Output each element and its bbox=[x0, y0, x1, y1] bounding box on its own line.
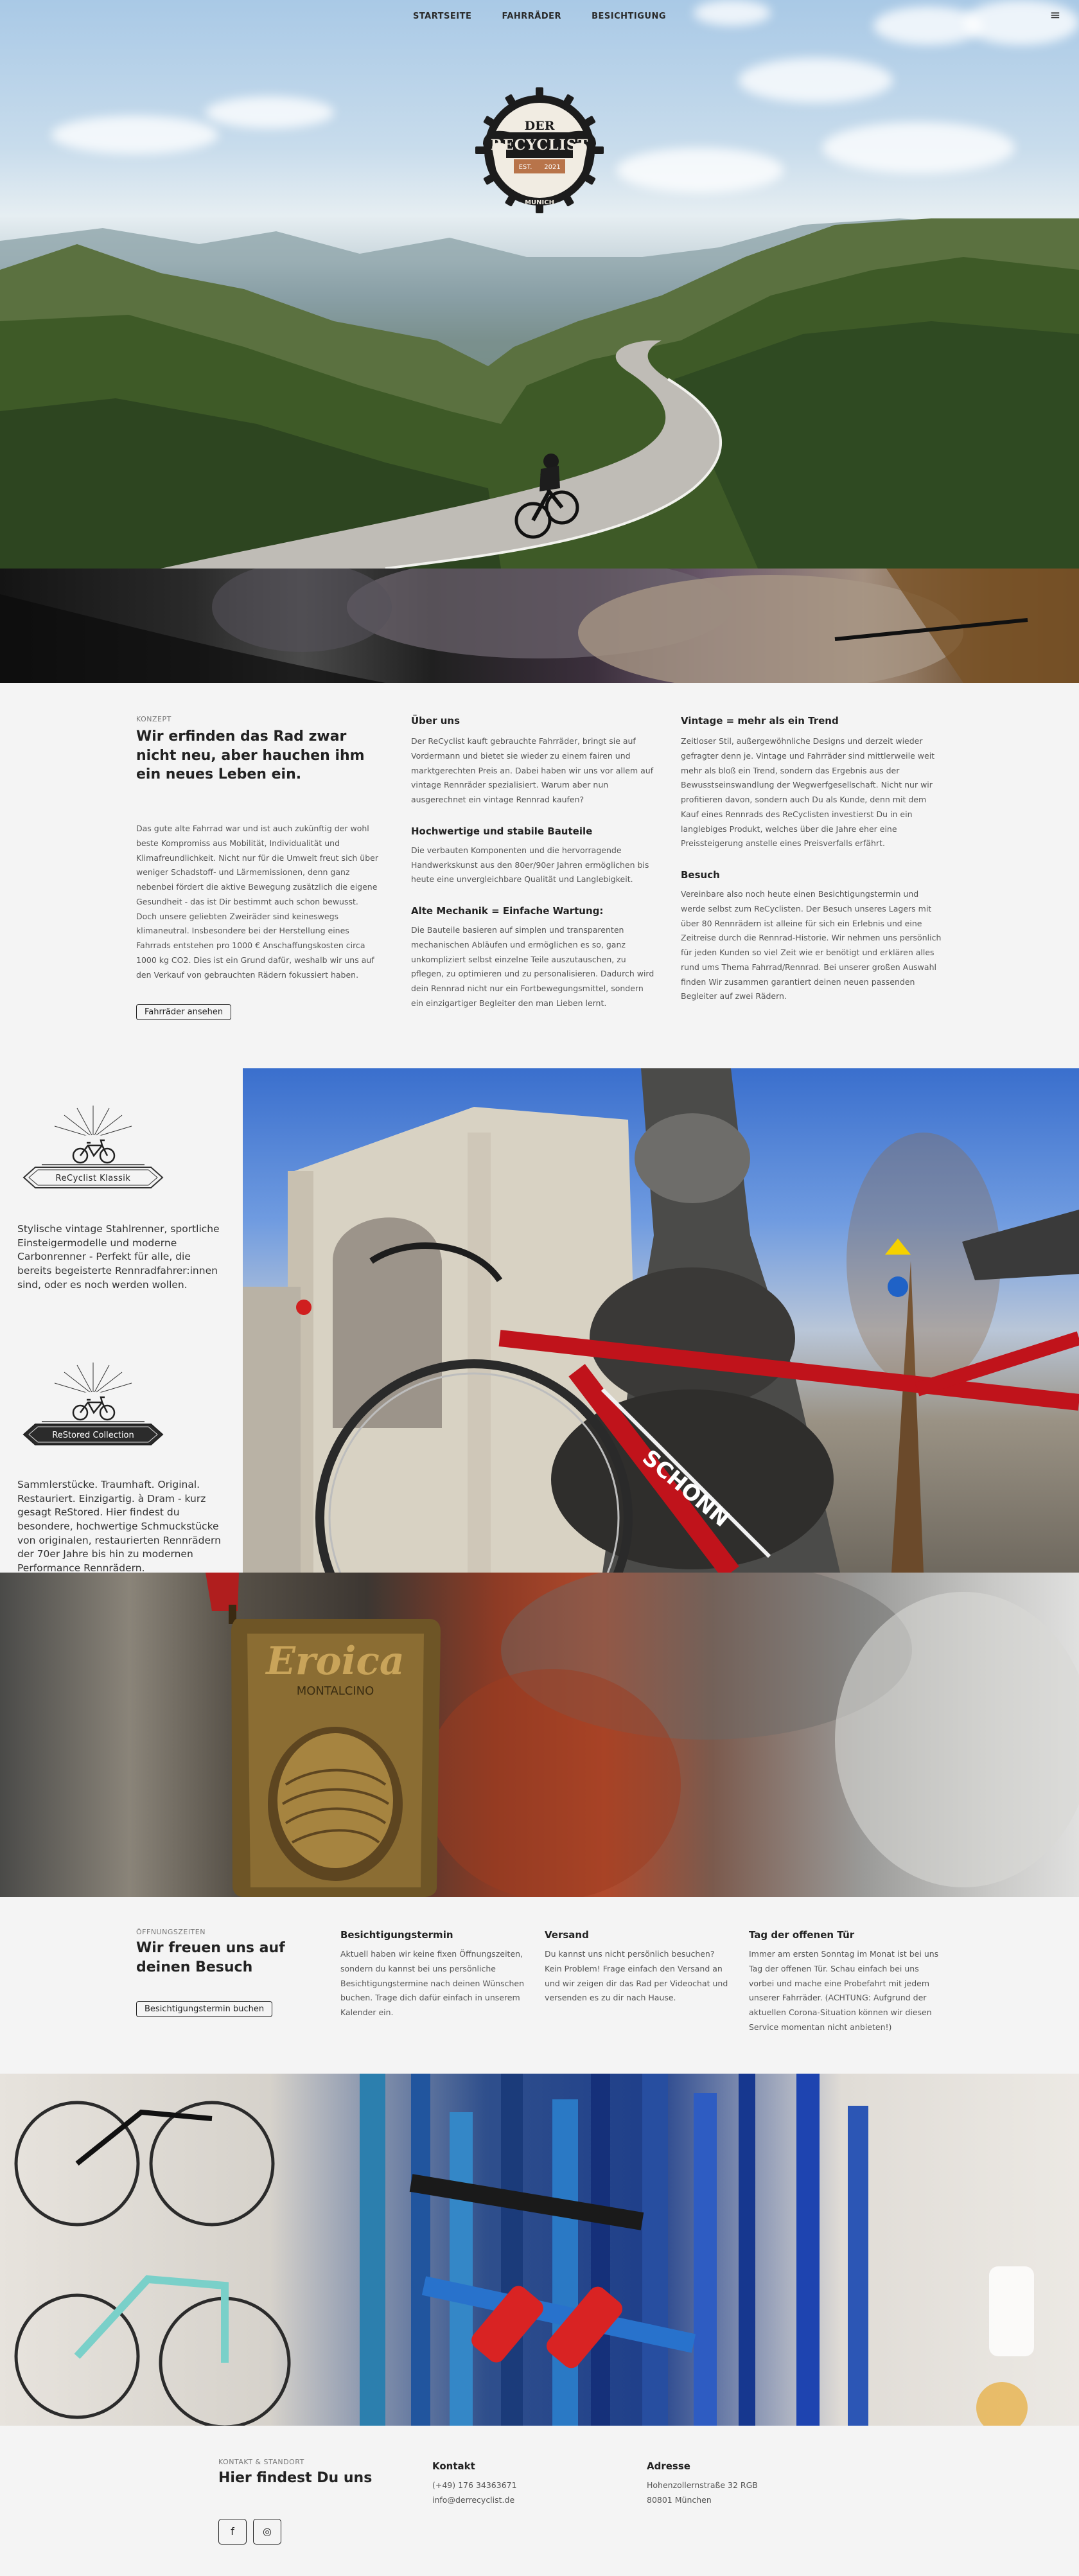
oeffnungszeiten-section: ÖFFNUNGSZEITEN Wir freuen uns auf deinen… bbox=[0, 1897, 1079, 2074]
besichtigungstermin-buchen-button[interactable]: Besichtigungstermin buchen bbox=[136, 2001, 273, 2018]
mechanik-text: Die Bauteile basieren auf simplen und tr… bbox=[411, 925, 654, 1008]
eroica-medal-photo: Eroica MONTALCINO bbox=[0, 1573, 1079, 1897]
section-label: ÖFFNUNGSZEITEN bbox=[136, 1928, 206, 1936]
svg-text:MUNICH: MUNICH bbox=[525, 199, 554, 206]
svg-text:MONTALCINO: MONTALCINO bbox=[297, 1684, 374, 1698]
besuch-text: Vereinbare also noch heute einen Besicht… bbox=[681, 889, 942, 1001]
city-address: 80801 München bbox=[647, 2494, 712, 2505]
svg-text:DER: DER bbox=[525, 119, 555, 133]
restored-description: Sammlerstücke. Traumhaft. Original. Rest… bbox=[17, 1479, 221, 1573]
vintage-title: Vintage = mehr als ein Trend bbox=[681, 715, 839, 727]
bike-wall-illustration bbox=[14, 2074, 1034, 2426]
hands-on-handlebar-photo bbox=[0, 569, 1079, 683]
svg-text:RECYCLIST: RECYCLIST bbox=[491, 137, 588, 154]
section-title: Wir freuen uns auf deinen Besuch bbox=[136, 1940, 285, 1975]
adresse-title: Adresse bbox=[647, 2460, 690, 2472]
street-address: Hohenzollernstraße 32 RGB bbox=[647, 2480, 758, 2490]
ueber-uns-title: Über uns bbox=[411, 715, 460, 727]
svg-text:2021: 2021 bbox=[544, 164, 560, 171]
svg-text:ReStored Collection: ReStored Collection bbox=[52, 1431, 134, 1440]
besichtigungstermin-text: Aktuell haben wir keine fixen Öffnungsze… bbox=[340, 1949, 525, 2017]
top-navigation: STARTSEITE FAHRRÄDER BESICHTIGUNG bbox=[0, 9, 1079, 21]
versand-title: Versand bbox=[545, 1929, 589, 1941]
medal-illustration: Eroica MONTALCINO bbox=[206, 1573, 1079, 1897]
kontakt-title: Kontakt bbox=[432, 2460, 475, 2472]
cloud bbox=[51, 116, 218, 154]
vintage-text: Zeitloser Stil, außergewöhnliche Designs… bbox=[681, 736, 935, 849]
cloud bbox=[617, 148, 784, 193]
svg-text:ReCyclist Klassik: ReCyclist Klassik bbox=[56, 1174, 131, 1183]
recyclist-klassik-badge[interactable]: ReCyclist Klassik bbox=[16, 1099, 170, 1195]
nav-item-besichtigung[interactable]: BESICHTIGUNG bbox=[592, 12, 666, 21]
besuch-title: Besuch bbox=[681, 869, 720, 881]
bauteile-text: Die verbauten Komponenten und die hervor… bbox=[411, 845, 649, 885]
section-title: Hier findest Du uns bbox=[218, 2470, 373, 2486]
versand-text: Du kannst uns nicht persönlich besuchen?… bbox=[545, 1949, 728, 2003]
ueber-uns-text: Der ReCyclist kauft gebrauchte Fahrräder… bbox=[411, 736, 654, 804]
nav-item-fahrraeder[interactable]: FAHRRÄDER bbox=[502, 12, 561, 21]
bike-photo-illustration: SCHONN bbox=[243, 1068, 1079, 1573]
section-label: KONZEPT bbox=[136, 715, 171, 723]
fahrraeder-ansehen-button[interactable]: Fahrräder ansehen bbox=[136, 1004, 232, 1021]
instagram-icon[interactable]: ◎ bbox=[253, 2518, 281, 2545]
restored-collection-badge[interactable]: ReStored Collection bbox=[16, 1356, 170, 1452]
hero-section: STARTSEITE FAHRRÄDER BESICHTIGUNG ≡ DER … bbox=[0, 0, 1079, 569]
section-label: KONTAKT & STANDORT bbox=[218, 2458, 304, 2466]
konzept-section: KONZEPT Wir erfinden das Rad zwar nicht … bbox=[0, 683, 1079, 1068]
besichtigungstermin-title: Besichtigungstermin bbox=[340, 1929, 453, 1941]
vintage-bike-photo: SCHONN bbox=[243, 1068, 1079, 1573]
cloud bbox=[206, 96, 334, 128]
tag-der-offenen-tuer-title: Tag der offenen Tür bbox=[749, 1929, 855, 1941]
recyclist-logo: DER RECYCLIST EST. 2021 MUNICH bbox=[475, 87, 604, 213]
cloud bbox=[739, 58, 893, 103]
section-title: Wir erfinden das Rad zwar nicht neu, abe… bbox=[136, 728, 365, 783]
phone-number[interactable]: (+49) 176 34363671 bbox=[432, 2478, 599, 2493]
nav-item-startseite[interactable]: STARTSEITE bbox=[413, 12, 471, 21]
email-address[interactable]: info@derrecyclist.de bbox=[432, 2493, 599, 2508]
landscape-illustration bbox=[0, 218, 1079, 569]
svg-text:EST.: EST. bbox=[519, 164, 532, 171]
kontakt-footer: KONTAKT & STANDORT Hier findest Du uns f… bbox=[0, 2426, 1079, 2576]
klassik-description: Stylische vintage Stahlrenner, sportlich… bbox=[17, 1223, 220, 1291]
hands-photo-strip bbox=[0, 569, 1079, 683]
bike-wall-photo bbox=[0, 2074, 1079, 2426]
hamburger-icon[interactable]: ≡ bbox=[1046, 5, 1065, 24]
collections-section: ReCyclist Klassik Stylische vintage Stah… bbox=[0, 1068, 1079, 1573]
svg-text:Eroica: Eroica bbox=[265, 1639, 405, 1684]
bauteile-title: Hochwertige und stabile Bauteile bbox=[411, 825, 593, 837]
facebook-icon[interactable]: f bbox=[218, 2518, 247, 2545]
mechanik-title: Alte Mechanik = Einfache Wartung: bbox=[411, 905, 604, 917]
tag-der-offenen-tuer-text: Immer am ersten Sonntag im Monat ist bei… bbox=[749, 1949, 939, 2032]
konzept-body: Das gute alte Fahrrad war und ist auch z… bbox=[136, 824, 378, 980]
cloud bbox=[822, 122, 1015, 173]
